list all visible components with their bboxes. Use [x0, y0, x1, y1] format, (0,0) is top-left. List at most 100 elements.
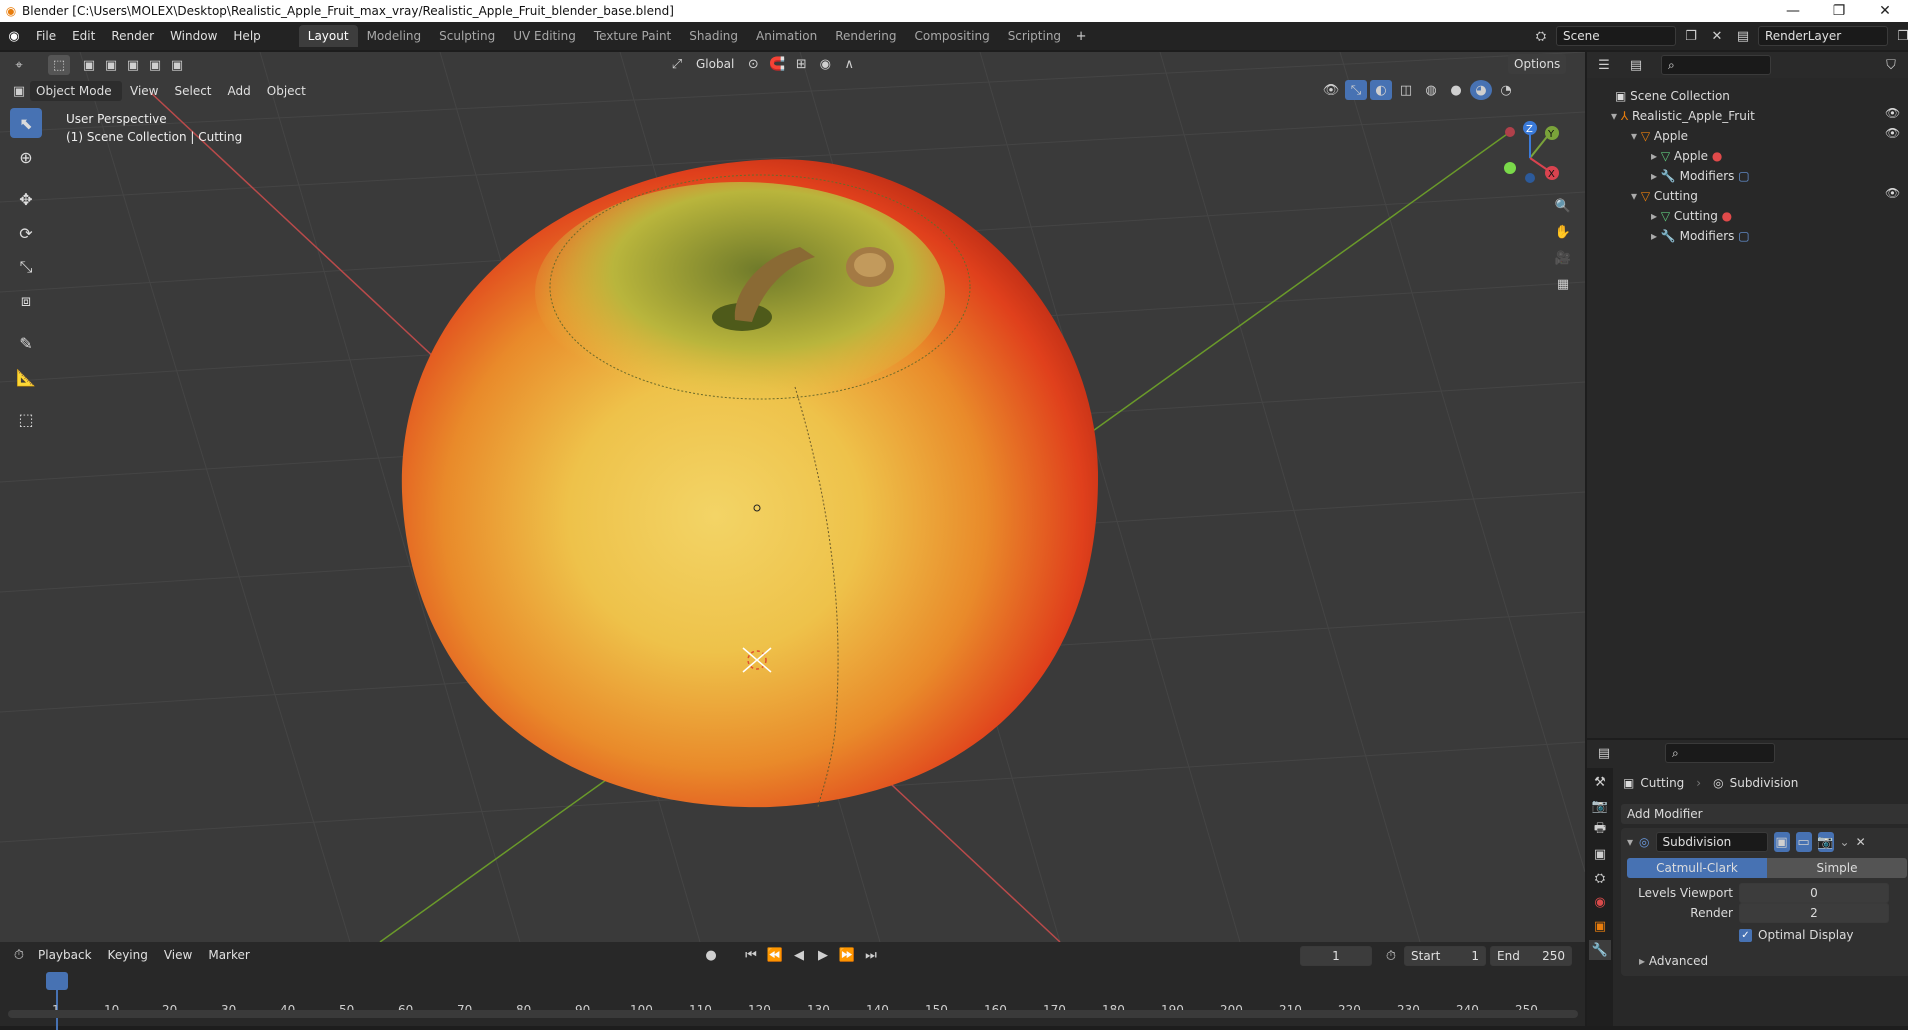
minimize-icon[interactable]: — — [1770, 0, 1816, 22]
pivot-icon[interactable]: ⊙ — [742, 54, 764, 74]
outliner-item-apple-modifiers[interactable]: ▸ 🔧 Modifiers ▢ — [1587, 166, 1887, 186]
outliner-editor-icon[interactable]: ☰ — [1593, 55, 1615, 75]
frame-ruler[interactable]: 1 10 20 30 40 50 60 70 80 90 100 110 120… — [0, 970, 1585, 1030]
play-reverse-icon[interactable]: ◀ — [788, 945, 810, 965]
remove-modifier-icon[interactable]: ✕ — [1856, 835, 1866, 849]
cursor-tool-icon[interactable]: ⊕ — [10, 142, 42, 172]
viewport-menu-select[interactable]: Select — [166, 77, 219, 105]
outliner-item-apple[interactable]: ▾ ▽ Apple — [1587, 126, 1887, 146]
render-display-icon[interactable]: 📷 — [1817, 832, 1834, 852]
tab-uv-editing[interactable]: UV Editing — [504, 25, 585, 47]
timeline-menu-playback[interactable]: Playback — [30, 941, 100, 969]
close-icon[interactable]: ✕ — [1862, 0, 1908, 22]
new-layer-icon[interactable]: ❐ — [1892, 26, 1908, 46]
visibility-eye-icon[interactable]: 👁 — [1885, 126, 1900, 140]
object-tab-icon[interactable]: ▣ — [1589, 916, 1611, 936]
filter-icon[interactable]: ⛉ — [1880, 55, 1902, 75]
rendered-shading-icon[interactable]: ◔ — [1495, 80, 1517, 100]
catmull-clark-option[interactable]: Catmull-Clark — [1627, 858, 1767, 878]
menu-edit[interactable]: Edit — [64, 22, 103, 50]
editor-type-icon[interactable]: ⌖ — [8, 55, 30, 75]
stopwatch-icon[interactable]: ⏱ — [1380, 946, 1402, 966]
menu-help[interactable]: Help — [225, 22, 268, 50]
viewport-menu-object[interactable]: Object — [259, 77, 314, 105]
tab-rendering[interactable]: Rendering — [826, 25, 905, 47]
outliner-search-input[interactable]: ⌕ — [1661, 55, 1771, 75]
camera-view-icon[interactable]: 🎥 — [1552, 248, 1574, 268]
material-shading-icon[interactable]: ◕ — [1470, 80, 1492, 100]
falloff-icon[interactable]: ∧ — [838, 54, 860, 74]
transform-tool-icon[interactable]: ⧈ — [10, 286, 42, 316]
jump-start-icon[interactable]: ⏮ — [740, 945, 762, 965]
start-frame-field[interactable]: Start 1 — [1404, 946, 1486, 966]
outliner-item-cutting-mesh[interactable]: ▸ ▽ Cutting ● — [1587, 206, 1887, 226]
restore-icon[interactable]: ❐ — [1816, 0, 1862, 22]
jump-end-icon[interactable]: ⏭ — [860, 945, 882, 965]
add-cube-tool-icon[interactable]: ⬚ — [10, 404, 42, 434]
timeline-scrollbar[interactable] — [8, 1010, 1578, 1018]
new-scene-icon[interactable]: ❐ — [1680, 26, 1702, 46]
navigation-gizmo[interactable]: Z Y X — [1495, 118, 1565, 198]
mode-new-icon[interactable]: ▣ — [78, 55, 100, 75]
mode-subtract-icon[interactable]: ▣ — [122, 55, 144, 75]
outliner-item-cutting[interactable]: ▾ ▽ Cutting — [1587, 186, 1887, 206]
add-modifier-button[interactable]: Add Modifier — [1621, 804, 1908, 824]
options-button[interactable]: Options — [1508, 54, 1567, 74]
scene-field[interactable]: Scene — [1556, 26, 1676, 46]
move-tool-icon[interactable]: ✥ — [10, 184, 42, 214]
overlay-toggle-icon[interactable]: ◐ — [1370, 80, 1392, 100]
tab-shading[interactable]: Shading — [680, 25, 747, 47]
menu-render[interactable]: Render — [103, 22, 162, 50]
delete-scene-icon[interactable]: ✕ — [1706, 26, 1728, 46]
timeline-menu-marker[interactable]: Marker — [200, 941, 257, 969]
outliner-scene-collection[interactable]: ▣ Scene Collection — [1587, 86, 1887, 106]
mode-intersect-icon[interactable]: ▣ — [166, 55, 188, 75]
menu-window[interactable]: Window — [162, 22, 225, 50]
view-layer-tab-icon[interactable]: ▣ — [1589, 844, 1611, 864]
proportional-edit-icon[interactable]: ◉ — [814, 54, 836, 74]
tool-tab-icon[interactable]: ⚒ — [1589, 772, 1611, 792]
mode-invert-icon[interactable]: ▣ — [144, 55, 166, 75]
end-frame-field[interactable]: End 250 — [1490, 946, 1572, 966]
levels-viewport-field[interactable]: 0 — [1739, 883, 1889, 903]
viewport-menu-add[interactable]: Add — [220, 77, 259, 105]
select-box-icon[interactable]: ⬚ — [48, 55, 70, 75]
zoom-icon[interactable]: 🔍 — [1552, 196, 1574, 216]
snap-icon[interactable]: 🧲 — [766, 54, 788, 74]
viewport-display-icon[interactable]: ▭ — [1795, 832, 1812, 852]
modifier-tab-icon[interactable]: 🔧 — [1589, 940, 1611, 960]
modifier-name-field[interactable]: Subdivision — [1655, 832, 1768, 852]
visibility-eye-icon[interactable]: 👁 — [1885, 106, 1900, 120]
blender-menu-icon[interactable]: ◉ — [0, 26, 28, 46]
properties-search-input[interactable]: ⌕ — [1665, 743, 1775, 763]
render-tab-icon[interactable]: 📷 — [1589, 796, 1611, 816]
next-keyframe-icon[interactable]: ⏩ — [836, 945, 858, 965]
playhead[interactable] — [46, 972, 68, 990]
display-mode-icon[interactable]: ▤ — [1625, 55, 1647, 75]
menu-file[interactable]: File — [28, 22, 64, 50]
wireframe-shading-icon[interactable]: ◍ — [1420, 80, 1442, 100]
measure-tool-icon[interactable]: 📐 — [10, 362, 42, 392]
current-frame-field[interactable]: 1 — [1300, 946, 1372, 966]
tab-compositing[interactable]: Compositing — [905, 25, 998, 47]
tab-texture-paint[interactable]: Texture Paint — [585, 25, 680, 47]
transform-orientation-select[interactable]: Global — [690, 54, 741, 74]
visibility-icon[interactable]: 👁 — [1320, 80, 1342, 100]
pan-hand-icon[interactable]: ✋ — [1552, 222, 1574, 242]
select-tool-icon[interactable]: ⬉ — [10, 108, 42, 138]
output-tab-icon[interactable]: 🖶 — [1589, 820, 1611, 840]
outliner-item-apple-mesh[interactable]: ▸ ▽ Apple ● — [1587, 146, 1887, 166]
optimal-display-checkbox[interactable]: ✓ — [1739, 928, 1752, 942]
tab-modeling[interactable]: Modeling — [358, 25, 431, 47]
outliner-item-cutting-modifiers[interactable]: ▸ 🔧 Modifiers ▢ — [1587, 226, 1887, 246]
viewport-menu-view[interactable]: View — [122, 77, 166, 105]
solid-shading-icon[interactable]: ● — [1445, 80, 1467, 100]
xray-icon[interactable]: ◫ — [1395, 80, 1417, 100]
world-tab-icon[interactable]: ◉ — [1589, 892, 1611, 912]
scale-tool-icon[interactable]: ⤡ — [10, 252, 42, 282]
timeline-editor-icon[interactable]: ⏱ — [8, 945, 30, 965]
collapse-icon[interactable]: ▾ — [1627, 835, 1633, 849]
advanced-section[interactable]: ▸ Advanced — [1639, 954, 1708, 968]
timeline-menu-view[interactable]: View — [156, 941, 200, 969]
tab-layout[interactable]: Layout — [298, 25, 358, 47]
